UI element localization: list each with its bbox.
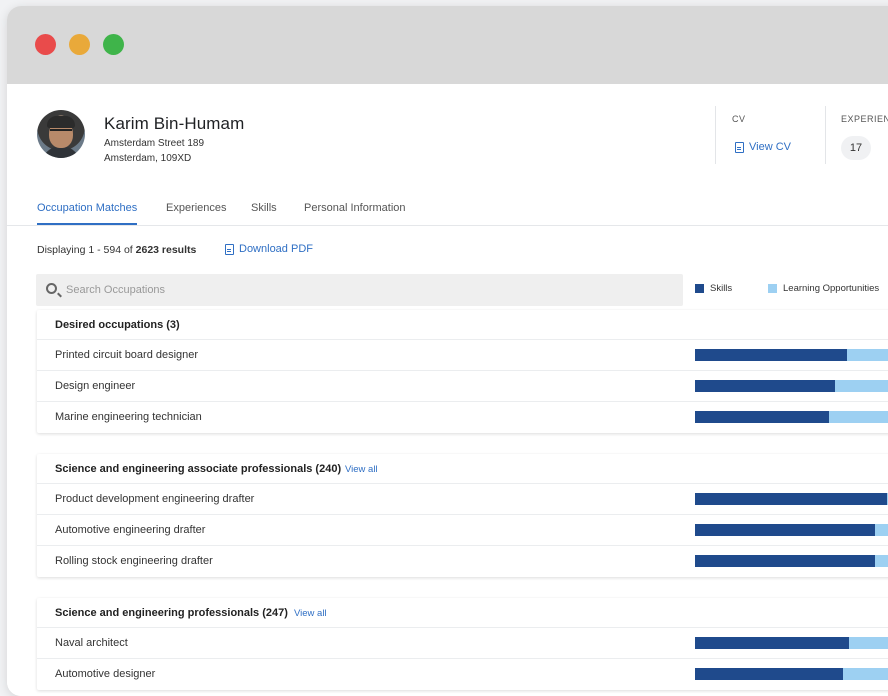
experience-count-badge: 17 [841,136,871,160]
tab-skills[interactable]: Skills [251,202,277,223]
window-titlebar [7,6,888,84]
occupation-row[interactable]: Automotive designer [37,659,888,690]
view-cv-link[interactable]: View CV [735,141,791,153]
match-bar [695,637,888,649]
group-title: Science and engineering professionals (2… [55,607,288,619]
occupation-name: Marine engineering technician [55,411,202,423]
learning-bar-segment [848,637,888,649]
learning-bar-segment [846,349,888,361]
match-bar [695,380,888,392]
skills-bar-segment [695,668,843,680]
occupation-row[interactable]: Product development engineering drafter [37,484,888,515]
skills-bar-segment [695,524,876,536]
learning-bar-segment [842,668,888,680]
occupation-name: Printed circuit board designer [55,349,199,361]
skills-bar-segment [695,380,836,392]
occupation-name: Automotive designer [55,668,156,680]
group-title: Desired occupations (3) [55,319,180,331]
group-title: Science and engineering associate profes… [55,463,342,475]
divider [715,106,716,164]
occupation-row[interactable]: Naval architect [37,628,888,659]
legend-learning-label: Learning Opportunities [783,283,880,294]
occupation-row[interactable]: Rolling stock engineering drafter [37,546,888,577]
skills-swatch [695,284,704,293]
legend-learning: Learning Opportunities [768,283,879,294]
cv-label: CV [732,114,746,124]
occupation-row[interactable]: Printed circuit board designer [37,340,888,371]
occupation-name: Rolling stock engineering drafter [55,555,213,567]
learning-bar-segment [835,380,888,392]
learning-bar-segment [875,555,888,567]
search-bar [36,274,683,306]
download-pdf-label: Download PDF [239,243,313,255]
experience-label: EXPERIENC [841,114,888,124]
legend-skills-label: Skills [710,283,733,294]
group-header: Desired occupations (3) [37,310,888,340]
skills-bar-segment [695,411,830,423]
search-icon [46,283,57,294]
tab-occupation-matches[interactable]: Occupation Matches [37,202,138,225]
tab-personal-information[interactable]: Personal Information [304,202,406,223]
occupation-group-card: Desired occupations (3) Printed circuit b… [37,310,888,433]
results-summary: Displaying 1 - 594 of 2623 results [37,244,196,256]
document-icon [735,141,744,153]
occupation-name: Product development engineering drafter [55,493,255,505]
address-line-1: Amsterdam Street 189 [104,138,205,149]
close-window-button[interactable] [35,34,56,55]
view-all-link[interactable]: View all [345,464,378,475]
view-cv-label: View CV [749,141,791,153]
skills-bar-segment [695,349,847,361]
occupation-group-card: Science and engineering associate profes… [37,454,888,577]
avatar [37,110,85,158]
skills-bar-segment [695,637,849,649]
main-content: Karim Bin-Humam Amsterdam Street 189 Ams… [7,84,888,696]
occupation-row[interactable]: Design engineer [37,371,888,402]
maximize-window-button[interactable] [103,34,124,55]
tab-experiences[interactable]: Experiences [166,202,227,223]
skills-bar-segment [695,493,887,505]
download-pdf-link[interactable]: Download PDF [225,243,313,255]
results-total: 2623 results [135,244,197,256]
group-header: Science and engineering professionals (2… [37,598,888,628]
legend-skills: Skills [695,283,732,294]
skills-bar-segment [695,555,876,567]
minimize-window-button[interactable] [69,34,90,55]
view-all-link[interactable]: View all [294,608,327,619]
occupation-group-card: Science and engineering professionals (2… [37,598,888,690]
match-bar [695,555,888,567]
occupation-row[interactable]: Automotive engineering drafter [37,515,888,546]
match-bar [695,411,888,423]
results-prefix: Displaying 1 - 594 of [37,244,136,256]
search-input[interactable] [66,274,666,306]
address-line-2: Amsterdam, 109XD [104,153,192,164]
match-bar [695,524,888,536]
learning-swatch [768,284,777,293]
tab-bar: Occupation Matches Experiences Skills Pe… [7,198,888,226]
occupation-name: Naval architect [55,637,128,649]
occupation-name: Design engineer [55,380,136,392]
occupation-name: Automotive engineering drafter [55,524,206,536]
match-bar [695,493,888,505]
document-icon [225,243,234,255]
app-window: Karim Bin-Humam Amsterdam Street 189 Ams… [7,6,888,696]
match-bar [695,349,888,361]
group-header: Science and engineering associate profes… [37,454,888,484]
divider [825,106,826,164]
learning-bar-segment [829,411,888,423]
profile-name: Karim Bin-Humam [104,114,245,133]
occupation-row[interactable]: Marine engineering technician [37,402,888,433]
learning-bar-segment [875,524,888,536]
match-bar [695,668,888,680]
